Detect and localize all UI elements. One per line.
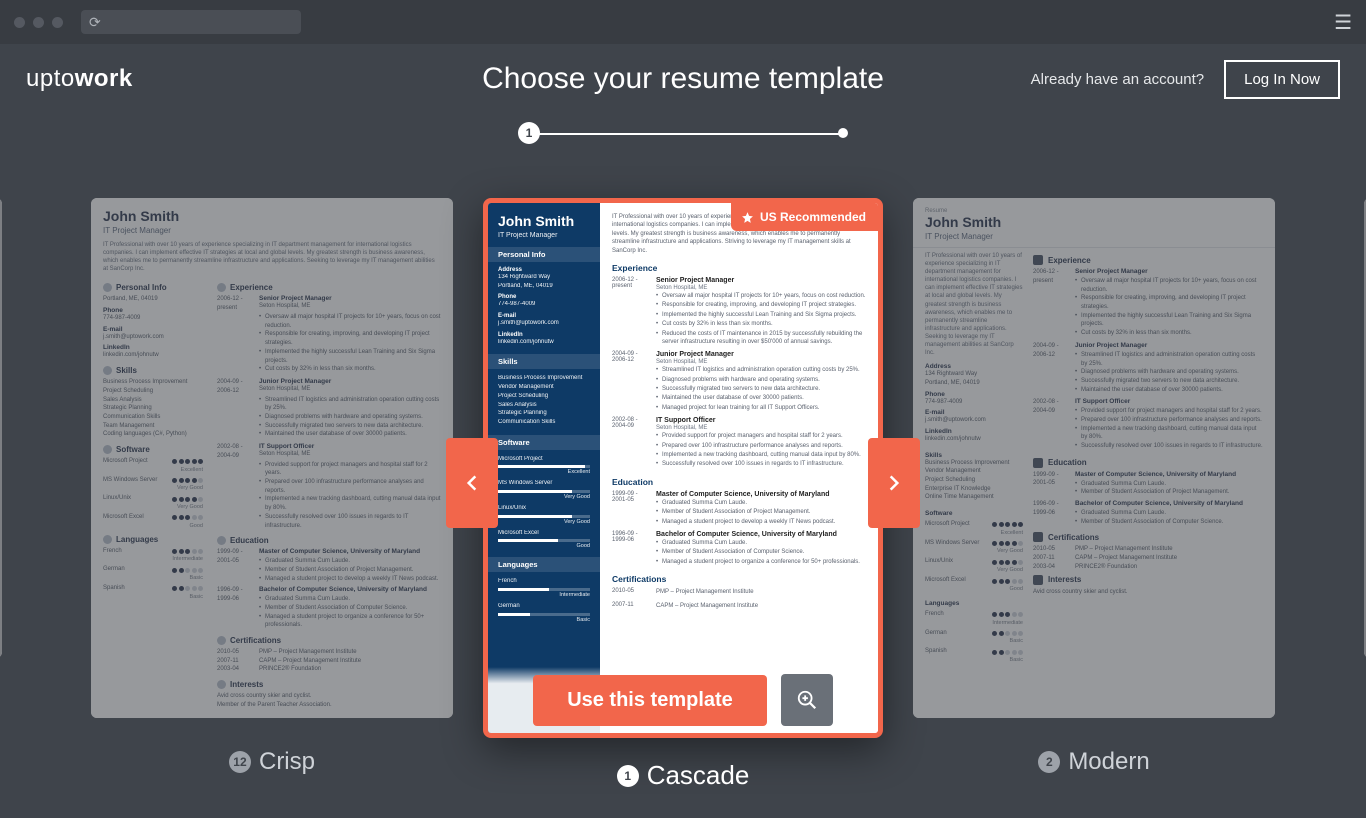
resume-role: IT Project Manager — [103, 226, 441, 235]
template-card-modern[interactable]: Resume John Smith IT Project Manager IT … — [913, 198, 1275, 718]
carousel-prev-button[interactable] — [446, 438, 498, 528]
carousel-next-button[interactable] — [868, 438, 920, 528]
template-carousel: John Smith IT Project Manager IT Profess… — [0, 198, 1366, 738]
resume-main: IT Professional with over 10 years of ex… — [600, 203, 878, 733]
progress-step-2 — [838, 128, 848, 138]
template-card-crisp[interactable]: John Smith IT Project Manager IT Profess… — [91, 198, 453, 718]
login-button[interactable]: Log In Now — [1224, 60, 1340, 99]
page-title: Choose your resume template — [482, 62, 884, 96]
template-card-cascade[interactable]: US Recommended John Smith IT Project Man… — [483, 198, 883, 738]
zoom-button[interactable] — [781, 674, 833, 726]
refresh-icon[interactable]: ⟳ — [89, 14, 101, 31]
template-card-far-left[interactable] — [0, 198, 2, 658]
browser-chrome: ⟳ ☰ — [0, 0, 1366, 44]
hamburger-icon[interactable]: ☰ — [1334, 10, 1352, 35]
auth-prompt: Already have an account? — [1031, 71, 1204, 88]
template-actions: Use this template — [488, 667, 878, 733]
template-label-cascade[interactable]: 1Cascade — [483, 760, 883, 791]
chevron-left-icon — [462, 469, 482, 497]
window-controls[interactable] — [14, 17, 63, 28]
progress-step-1: 1 — [518, 122, 540, 144]
us-recommended-badge: US Recommended — [731, 203, 878, 231]
star-icon — [741, 211, 754, 224]
template-labels: 12Crisp 1Cascade 2Modern — [0, 748, 1366, 791]
page-header: uptowork Choose your resume template Alr… — [0, 44, 1366, 114]
template-label-modern[interactable]: 2Modern — [913, 748, 1275, 776]
zoom-in-icon — [796, 689, 818, 711]
resume-summary: IT Professional with over 10 years of ex… — [103, 241, 441, 273]
chevron-right-icon — [884, 469, 904, 497]
auth-area: Already have an account? Log In Now — [1031, 60, 1340, 99]
brand-logo[interactable]: uptowork — [26, 65, 133, 93]
template-label-crisp[interactable]: 12Crisp — [91, 748, 453, 776]
resume-sidebar: John Smith IT Project Manager Personal I… — [488, 203, 600, 733]
use-template-button[interactable]: Use this template — [533, 675, 767, 726]
url-bar[interactable]: ⟳ — [81, 10, 301, 34]
resume-name: John Smith — [103, 208, 441, 224]
wizard-progress: 1 — [0, 122, 1366, 144]
